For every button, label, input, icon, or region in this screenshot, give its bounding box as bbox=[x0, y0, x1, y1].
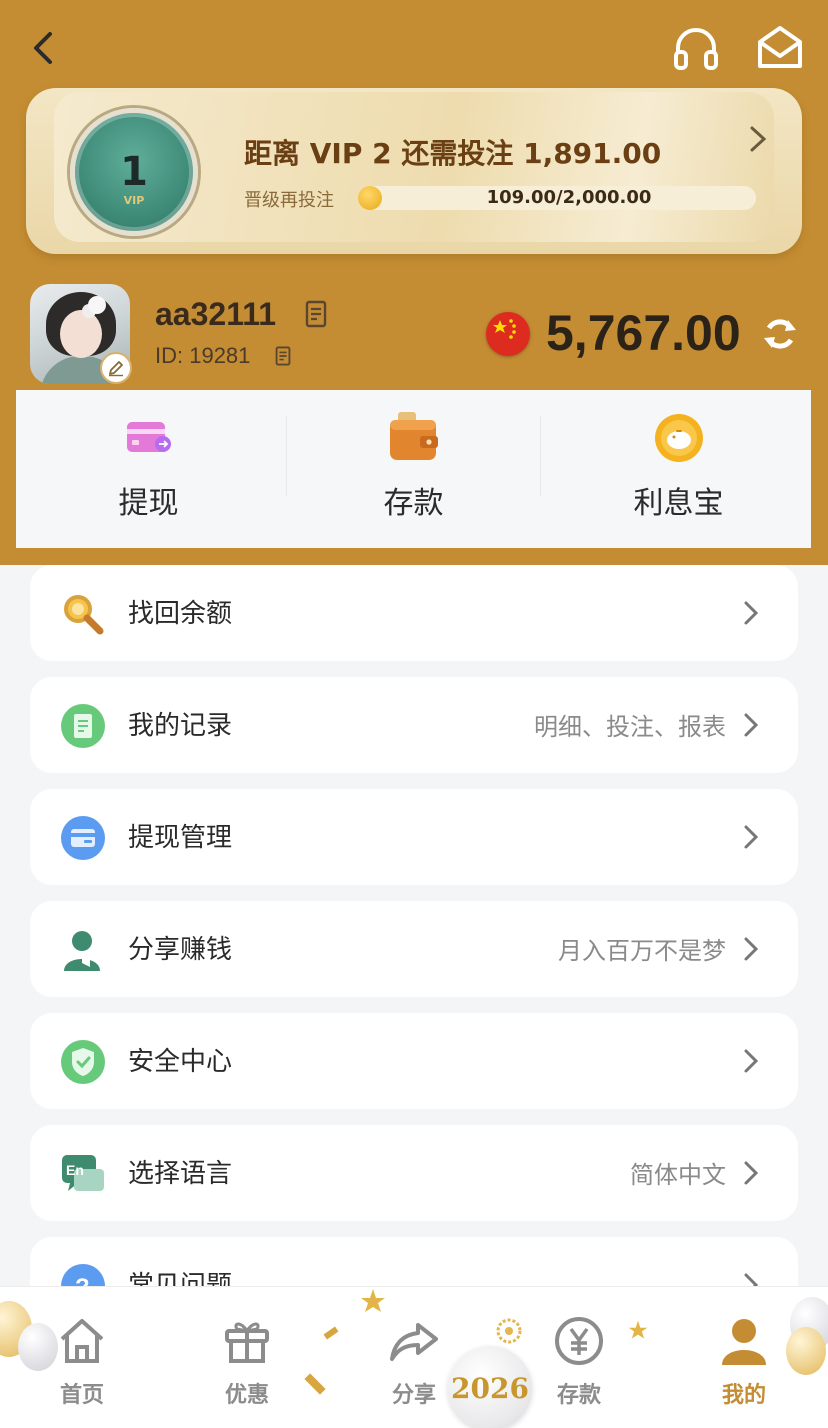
card-icon bbox=[61, 816, 105, 860]
vip-level-badge: 1 VIP bbox=[70, 108, 198, 236]
vip-badge-tag: VIP bbox=[123, 194, 145, 207]
refresh-icon bbox=[764, 319, 796, 349]
tab-promotions[interactable]: 优惠 bbox=[187, 1287, 307, 1428]
menu-label: 选择语言 bbox=[128, 1159, 233, 1189]
copy-username-icon[interactable] bbox=[305, 300, 327, 328]
menu-item-withdraw-management[interactable]: 提现管理 bbox=[30, 789, 798, 885]
chevron-right-icon bbox=[750, 126, 767, 152]
quick-action-withdraw[interactable]: 提现 bbox=[16, 390, 281, 548]
vip-progress-bar: 109.00/2,000.00 bbox=[358, 186, 756, 210]
quick-action-deposit[interactable]: 存款 bbox=[281, 390, 546, 548]
menu-value: 月入百万不是梦 bbox=[558, 937, 726, 965]
quick-action-interest[interactable]: 利息宝 bbox=[546, 390, 811, 548]
user-id: ID: 19281 bbox=[155, 343, 251, 368]
vip-headline: 距离 VIP 2 还需投注 1,891.00 bbox=[244, 137, 662, 170]
menu-label: 分享赚钱 bbox=[128, 935, 233, 965]
star-decoration bbox=[361, 1289, 385, 1312]
menu-item-recover-balance[interactable]: 找回余额 bbox=[30, 565, 798, 661]
shield-icon bbox=[61, 1040, 105, 1084]
share-arrow-icon bbox=[390, 1323, 438, 1361]
vip-progress-card[interactable]: 1 VIP 距离 VIP 2 还需投注 1,891.00 晋级再投注 109.0… bbox=[26, 88, 802, 254]
back-icon bbox=[34, 32, 52, 64]
tab-mine-label: 我的 bbox=[721, 1383, 766, 1408]
quick-action-interest-label: 利息宝 bbox=[633, 486, 724, 521]
avatar-flower bbox=[88, 296, 106, 314]
record-icon bbox=[61, 704, 105, 748]
menu-label: 安全中心 bbox=[128, 1047, 233, 1077]
yen-coin-icon bbox=[555, 1317, 603, 1365]
svg-text:En: En bbox=[66, 1162, 84, 1178]
menu-item-share-earn[interactable]: 分享赚钱 月入百万不是梦 bbox=[30, 901, 798, 997]
chevron-right-icon bbox=[744, 825, 759, 849]
tab-deposit[interactable]: 存款 bbox=[519, 1287, 639, 1428]
avatar-face bbox=[60, 310, 102, 358]
balance-amount: 5,767.00 bbox=[546, 305, 741, 361]
star-decoration bbox=[628, 1320, 648, 1339]
vip-progress-text: 109.00/2,000.00 bbox=[486, 187, 652, 208]
menu-item-security-center[interactable]: 安全中心 bbox=[30, 1013, 798, 1109]
search-icon bbox=[64, 595, 104, 635]
customer-service-button[interactable] bbox=[670, 22, 722, 74]
withdraw-card-icon bbox=[126, 422, 171, 452]
chevron-right-icon bbox=[744, 713, 759, 737]
mail-button[interactable] bbox=[754, 22, 806, 74]
piggy-bank-icon bbox=[654, 414, 703, 462]
menu-value: 明细、投注、报表 bbox=[534, 713, 726, 741]
chevron-right-icon bbox=[744, 1049, 759, 1073]
vip-progress-label: 晋级再投注 bbox=[244, 190, 334, 211]
username: aa32111 bbox=[155, 296, 277, 332]
menu-label: 提现管理 bbox=[128, 823, 233, 853]
bottom-tab-bar: 首页 优惠 分享 存款 我的 bbox=[0, 1286, 828, 1428]
flag-stars bbox=[493, 319, 516, 339]
quick-actions-panel: 提现 存款 利息宝 bbox=[16, 390, 811, 548]
tab-deposit-label: 存款 bbox=[556, 1383, 601, 1408]
china-flag-icon bbox=[486, 312, 530, 356]
tab-home-label: 首页 bbox=[59, 1383, 104, 1408]
menu-value: 简体中文 bbox=[630, 1161, 726, 1189]
chevron-right-icon bbox=[744, 937, 759, 961]
quick-divider bbox=[540, 416, 541, 496]
menu-label: 我的记录 bbox=[128, 711, 233, 741]
copy-id-icon[interactable] bbox=[275, 346, 291, 366]
headset-icon bbox=[674, 28, 718, 70]
quick-action-withdraw-label: 提现 bbox=[118, 486, 179, 521]
chevron-right-icon bbox=[744, 1161, 759, 1185]
language-icon: En bbox=[62, 1155, 104, 1191]
mail-icon bbox=[758, 26, 802, 68]
vip-level-number: 1 bbox=[120, 149, 148, 195]
menu-label: 找回余额 bbox=[128, 599, 233, 629]
tab-home[interactable]: 首页 bbox=[22, 1287, 142, 1428]
tab-mine[interactable]: 我的 bbox=[684, 1287, 804, 1428]
snowflake-decoration bbox=[496, 1318, 522, 1344]
back-button[interactable] bbox=[26, 26, 66, 70]
home-icon bbox=[60, 1319, 104, 1363]
tab-promotions-label: 优惠 bbox=[224, 1383, 269, 1408]
menu-item-language[interactable]: En 选择语言 简体中文 bbox=[30, 1125, 798, 1221]
chevron-right-icon bbox=[744, 601, 759, 625]
pencil-icon bbox=[109, 361, 123, 377]
refresh-balance-button[interactable] bbox=[760, 314, 800, 354]
new-year-2026-badge: 2026 bbox=[448, 1346, 532, 1428]
edit-avatar-button[interactable] bbox=[100, 352, 132, 384]
quick-action-deposit-label: 存款 bbox=[383, 486, 444, 521]
profile-icon bbox=[722, 1319, 766, 1365]
quick-divider bbox=[286, 416, 287, 496]
wallet-icon bbox=[389, 412, 438, 460]
menu-item-my-records[interactable]: 我的记录 明细、投注、报表 bbox=[30, 677, 798, 773]
share-user-icon bbox=[64, 931, 100, 971]
gift-icon bbox=[225, 1322, 269, 1363]
